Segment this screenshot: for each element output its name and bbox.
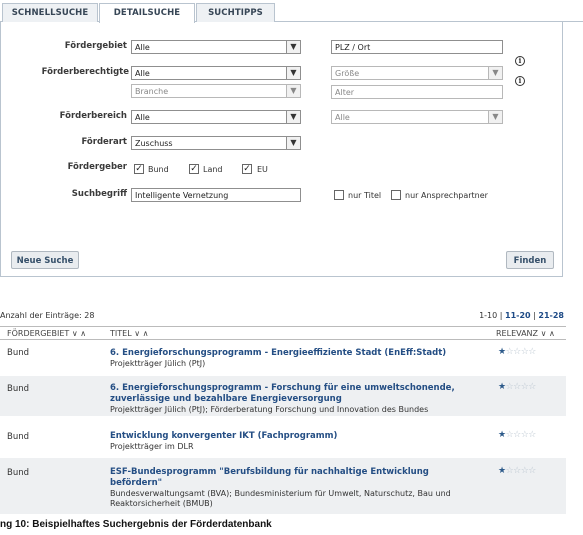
sort-relevanz[interactable]: RELEVANZ ∨ ∧: [496, 329, 555, 338]
foerderberechtigte-select[interactable]: Alle ▼: [131, 66, 301, 80]
foerdergebiet-label: Fördergebiet: [64, 41, 127, 51]
page-link-1[interactable]: 1-10: [479, 311, 497, 320]
plz-ort-input[interactable]: PLZ / Ort: [331, 40, 503, 54]
pagination: 1-10 | 11-20 | 21-28: [479, 311, 564, 320]
relevance-stars: ★☆☆☆☆: [498, 347, 536, 357]
checkbox-nur-ansprechpartner[interactable]: [391, 190, 401, 200]
foerderart-select-value: Zuschuss: [135, 139, 173, 148]
pager-separator: |: [499, 311, 503, 320]
suchbegriff-label: Suchbegriff: [71, 189, 127, 199]
foerdergebiet-select-value: Alle: [135, 43, 150, 52]
foerderberechtigte-select-value: Alle: [135, 69, 150, 78]
checkbox-land[interactable]: ✓: [189, 164, 199, 174]
relevance-stars: ★☆☆☆☆: [498, 382, 536, 392]
search-tabs: SCHNELLSUCHE DETAILSUCHE SUCHTIPPS: [0, 0, 583, 23]
tab-detailsuche[interactable]: DETAILSUCHE: [99, 3, 195, 23]
row-foerdergebiet: Bund: [7, 384, 30, 394]
chevron-down-icon: ▼: [488, 111, 502, 123]
foerderberechtigte-label: Förderberechtigte: [41, 67, 129, 77]
foerderart-select[interactable]: Zuschuss ▼: [131, 136, 301, 150]
groesse-select[interactable]: Größe ▼: [331, 66, 503, 80]
table-row: Bund 6. Energieforschungsprogramm - Ener…: [0, 342, 566, 372]
info-icon[interactable]: i: [515, 76, 525, 86]
checkbox-nur-titel-label: nur Titel: [348, 191, 382, 200]
result-title-link[interactable]: 6. Energieforschungsprogramm - Energieef…: [110, 348, 490, 359]
result-title-link[interactable]: ESF-Bundesprogramm "Berufsbildung für na…: [110, 467, 470, 489]
result-provider: Projektträger im DLR: [110, 442, 194, 451]
checkbox-nur-ansprechpartner-label: nur Ansprechpartner: [405, 191, 488, 200]
chevron-down-icon: ▼: [286, 85, 300, 97]
foerdergebiet-select[interactable]: Alle ▼: [131, 40, 301, 54]
table-row: Bund 6. Energieforschungsprogramm - Fors…: [0, 376, 566, 416]
foerderbereich-sub-select[interactable]: Alle ▼: [331, 110, 503, 124]
result-count: Anzahl der Einträge: 28: [0, 311, 95, 320]
groesse-select-value: Größe: [335, 69, 360, 78]
info-icon[interactable]: i: [515, 56, 525, 66]
foerderbereich-select[interactable]: Alle ▼: [131, 110, 301, 124]
foerderbereich-select-value: Alle: [135, 113, 150, 122]
chevron-down-icon: ▼: [286, 111, 300, 123]
result-title-link[interactable]: Entwicklung konvergenter IKT (Fachprogra…: [110, 431, 490, 442]
tab-suchtipps[interactable]: SUCHTIPPS: [196, 3, 275, 22]
suchbegriff-input[interactable]: Intelligente Vernetzung: [131, 188, 301, 202]
checkbox-bund-label: Bund: [148, 165, 169, 174]
chevron-down-icon: ▼: [488, 67, 502, 79]
row-foerdergebiet: Bund: [7, 432, 30, 442]
checkbox-eu-label: EU: [257, 165, 268, 174]
pager-separator: |: [533, 311, 536, 320]
result-provider: Projektträger Jülich (PtJ): [110, 359, 206, 368]
checkbox-land-label: Land: [203, 165, 223, 174]
sort-titel[interactable]: TITEL ∨ ∧: [110, 329, 148, 338]
results-table-header: FÖRDERGEBIET ∨ ∧ TITEL ∨ ∧ RELEVANZ ∨ ∧: [0, 326, 566, 340]
alter-input[interactable]: Alter: [331, 85, 503, 99]
row-foerdergebiet: Bund: [7, 348, 30, 358]
chevron-down-icon: ▼: [286, 137, 300, 149]
branche-select-value: Branche: [135, 87, 169, 96]
checkbox-eu[interactable]: ✓: [242, 164, 252, 174]
row-foerdergebiet: Bund: [7, 468, 30, 478]
result-provider: Bundesverwaltungsamt (BVA); Bundesminist…: [110, 489, 451, 508]
sort-foerdergebiet[interactable]: FÖRDERGEBIET ∨ ∧: [7, 329, 86, 338]
table-row: Bund Entwicklung konvergenter IKT (Fachp…: [0, 420, 566, 454]
figure-caption: ng 10: Beispielhaftes Suchergebnis der F…: [0, 519, 272, 530]
detail-search-form: Fördergebiet Alle ▼ PLZ / Ort Förderbere…: [0, 22, 563, 277]
page-link-3[interactable]: 21-28: [538, 311, 564, 320]
foerdergeber-label: Fördergeber: [67, 162, 127, 172]
chevron-down-icon: ▼: [286, 41, 300, 53]
chevron-down-icon: ▼: [286, 67, 300, 79]
foerderbereich-label: Förderbereich: [59, 111, 127, 121]
checkbox-nur-titel[interactable]: [334, 190, 344, 200]
relevance-stars: ★☆☆☆☆: [498, 466, 536, 476]
page-link-2[interactable]: 11-20: [505, 311, 531, 320]
finden-button[interactable]: Finden: [506, 251, 554, 269]
foerderbereich-sub-select-value: Alle: [335, 113, 350, 122]
relevance-stars: ★☆☆☆☆: [498, 430, 536, 440]
branche-select[interactable]: Branche ▼: [131, 84, 301, 98]
tab-schnellsuche[interactable]: SCHNELLSUCHE: [2, 3, 98, 22]
neue-suche-button[interactable]: Neue Suche: [11, 251, 79, 269]
result-provider: Projektträger Jülich (PtJ); Förderberatu…: [110, 405, 429, 414]
table-row: Bund ESF-Bundesprogramm "Berufsbildung f…: [0, 458, 566, 514]
checkbox-bund[interactable]: ✓: [134, 164, 144, 174]
foerderart-label: Förderart: [81, 137, 127, 147]
result-title-link[interactable]: 6. Energieforschungsprogramm - Forschung…: [110, 383, 490, 405]
